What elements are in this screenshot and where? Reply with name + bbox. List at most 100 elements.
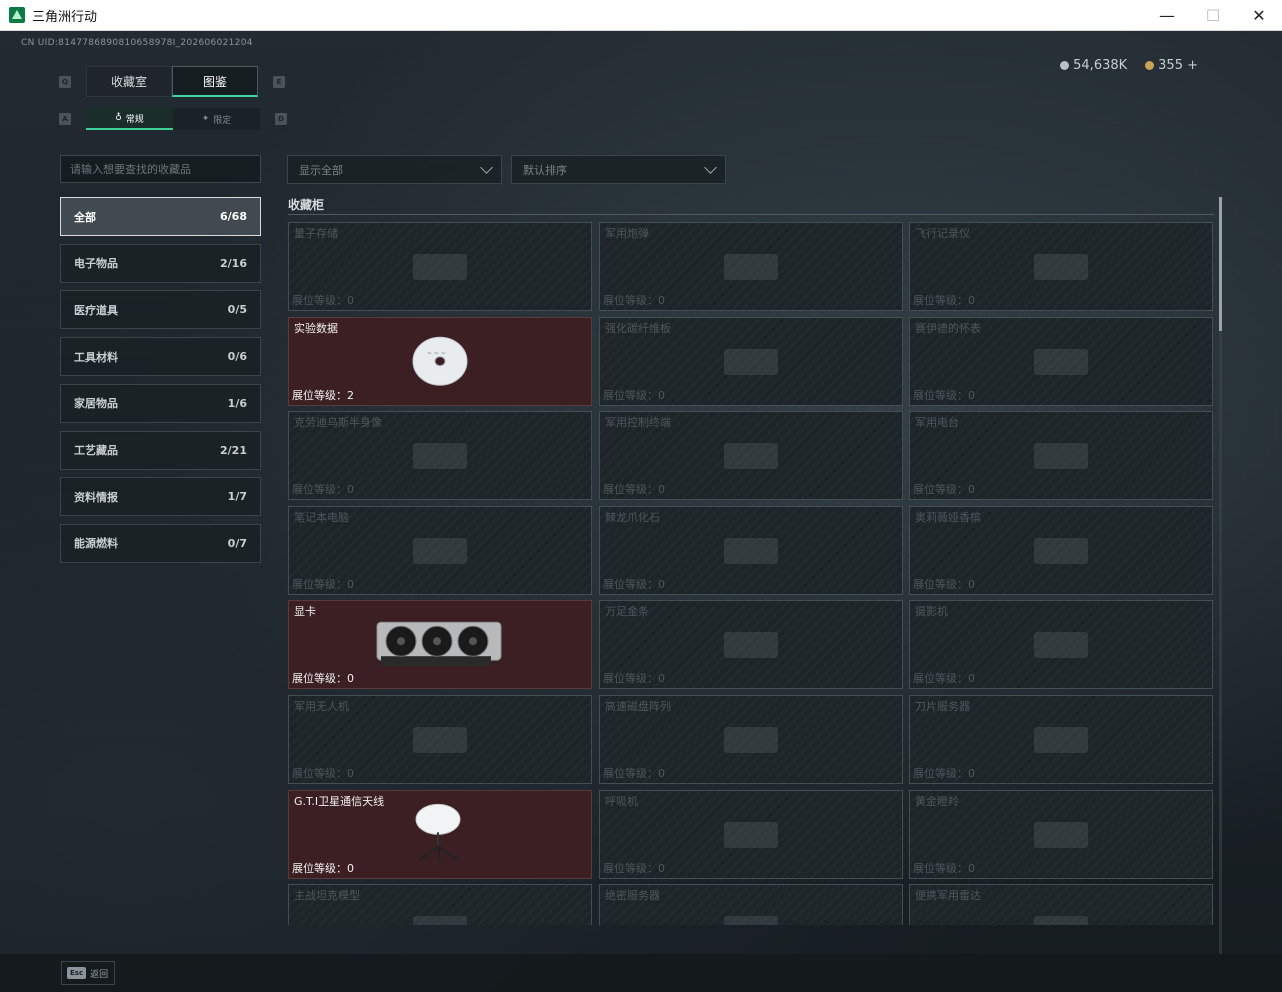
subtab-limited[interactable]: ✦ 限定 (173, 108, 260, 130)
back-button[interactable]: Esc 返回 (61, 961, 115, 985)
item-level-label: 展位等级： (292, 389, 347, 402)
chevron-down-icon (704, 160, 717, 174)
collection-card[interactable]: 呼吸机 展位等级：0 (599, 790, 903, 879)
collection-card[interactable]: 笔记本电脑 展位等级：0 (288, 506, 592, 595)
item-level-value: 0 (347, 767, 354, 780)
sort-dropdown[interactable]: 默认排序 (511, 155, 726, 184)
collection-card[interactable]: 显卡 展位等级：0 (288, 600, 592, 689)
search-input[interactable] (60, 155, 261, 183)
collection-card[interactable]: 刀片服务器 展位等级：0 (909, 695, 1213, 784)
close-button[interactable]: ✕ (1236, 0, 1282, 31)
item-name: 强化碳纤维板 (605, 322, 671, 335)
app-logo-icon (9, 7, 25, 23)
item-level-label: 展位等级： (292, 767, 347, 780)
collection-card[interactable]: 飞行记录仪 展位等级：0 (909, 222, 1213, 311)
category-label: 全部 (74, 210, 96, 224)
locked-item-silhouette (395, 717, 485, 763)
item-name: 万足金条 (605, 605, 649, 618)
collection-card[interactable]: 绝密服务器 (599, 884, 903, 925)
tab-codex[interactable]: 图鉴 (172, 66, 258, 97)
item-level-label: 展位等级： (603, 672, 658, 685)
item-level-label: 展位等级： (292, 862, 347, 875)
item-level-label: 展位等级： (603, 767, 658, 780)
item-level-label: 展位等级： (603, 862, 658, 875)
subtab-regular[interactable]: ♁ 常规 (86, 108, 173, 130)
collection-card[interactable]: 军用控制终端 展位等级：0 (599, 411, 903, 500)
category-item[interactable]: 工具材料 0/6 (60, 337, 261, 377)
collection-card[interactable]: 主战坦克模型 (288, 884, 592, 925)
collection-card[interactable]: 棘龙爪化石 展位等级：0 (599, 506, 903, 595)
item-level-value: 0 (347, 862, 354, 875)
locked-item-silhouette (395, 528, 485, 574)
collection-card[interactable]: 高速磁盘阵列 展位等级：0 (599, 695, 903, 784)
item-name: 高速磁盘阵列 (605, 700, 671, 713)
item-level: 展位等级：0 (292, 765, 354, 781)
disc-item-image: ~ ~ ~ (410, 333, 470, 393)
collection-grid: 量子存储 展位等级：0 军用炮弹 展位等级：0 飞行记录仪 展位等级：0 ~ ~ ~ 实验数据… (288, 222, 1214, 925)
locked-item-silhouette (1016, 622, 1106, 668)
item-level: 展位等级：0 (603, 387, 665, 403)
svg-text:~ ~ ~: ~ ~ ~ (427, 350, 446, 357)
category-label: 医疗道具 (74, 303, 118, 317)
collection-card[interactable]: 强化碳纤维板 展位等级：0 (599, 317, 903, 406)
minimize-button[interactable]: — (1144, 0, 1190, 31)
category-item[interactable]: 资料情报 1/7 (60, 477, 261, 517)
item-level: 展位等级：0 (292, 576, 354, 592)
collection-card[interactable]: 便携军用雷达 (909, 884, 1213, 925)
category-item[interactable]: 医疗道具 0/5 (60, 290, 261, 330)
item-level-label: 展位等级： (603, 389, 658, 402)
maximize-button[interactable]: ☐ (1190, 0, 1236, 31)
item-level-label: 展位等级： (292, 578, 347, 591)
window-controls: — ☐ ✕ (1144, 0, 1282, 31)
locked-item-silhouette (706, 244, 796, 290)
category-label: 电子物品 (74, 257, 118, 271)
collection-card[interactable]: 摄影机 展位等级：0 (909, 600, 1213, 689)
category-item[interactable]: 电子物品 2/16 (60, 243, 261, 283)
item-name: 主战坦克模型 (294, 889, 360, 902)
chevron-down-icon (480, 160, 493, 174)
tab-collection-room[interactable]: 收藏室 (86, 66, 172, 97)
locked-item-silhouette (1016, 812, 1106, 858)
regular-icon: ♁ (115, 113, 122, 123)
item-level-value: 0 (347, 294, 354, 307)
category-item[interactable]: 全部 6/68 (60, 197, 261, 236)
item-name: 黄金瞪羚 (915, 795, 959, 808)
collection-card[interactable]: 赛伊德的怀表 展位等级：0 (909, 317, 1213, 406)
collection-card[interactable]: 军用电台 展位等级：0 (909, 411, 1213, 500)
gold-currency[interactable]: 355 + (1145, 58, 1198, 73)
item-level-label: 展位等级： (603, 578, 658, 591)
collection-card[interactable]: 军用无人机 展位等级：0 (288, 695, 592, 784)
category-label: 工艺藏品 (74, 444, 118, 457)
category-label: 工具材料 (74, 350, 118, 364)
item-level-value: 0 (968, 862, 975, 875)
item-level-value: 0 (658, 294, 665, 307)
category-count: 0/7 (227, 536, 247, 550)
scrollbar-thumb[interactable] (1219, 197, 1222, 331)
item-name: 绝密服务器 (605, 889, 660, 902)
item-level-value: 2 (347, 389, 354, 402)
item-level-value: 0 (658, 389, 665, 402)
item-level-label: 展位等级： (913, 767, 968, 780)
collection-card[interactable]: G.T.I卫星通信天线 展位等级：0 (288, 790, 592, 879)
collection-card[interactable]: 万足金条 展位等级：0 (599, 600, 903, 689)
category-count: 1/7 (227, 490, 247, 504)
collection-card[interactable]: 克劳迪乌斯半身像 展位等级：0 (288, 411, 592, 500)
item-name: G.T.I卫星通信天线 (294, 795, 385, 808)
item-level-label: 展位等级： (603, 294, 658, 307)
locked-item-silhouette (1016, 528, 1106, 574)
key-hint-next-tab: E (273, 76, 285, 88)
collection-card[interactable]: ~ ~ ~ 实验数据 展位等级：2 (288, 317, 592, 406)
item-name: 军用电台 (915, 416, 959, 429)
item-level: 展位等级：0 (913, 860, 975, 876)
category-item[interactable]: 家居物品 1/6 (60, 383, 261, 423)
collection-card[interactable]: 奥莉薇娅香槟 展位等级：0 (909, 506, 1213, 595)
item-level: 展位等级：0 (913, 387, 975, 403)
collection-card[interactable]: 军用炮弹 展位等级：0 (599, 222, 903, 311)
display-filter-dropdown[interactable]: 显示全部 (287, 155, 502, 184)
item-level-value: 0 (968, 578, 975, 591)
collection-card[interactable]: 量子存储 展位等级：0 (288, 222, 592, 311)
collection-card[interactable]: 黄金瞪羚展位等级：0 (909, 790, 1213, 879)
item-level: 展位等级：0 (603, 765, 665, 781)
category-item[interactable]: 工艺藏品 2/21 (60, 430, 261, 470)
category-item[interactable]: 能源燃料 0/7 (60, 523, 261, 563)
